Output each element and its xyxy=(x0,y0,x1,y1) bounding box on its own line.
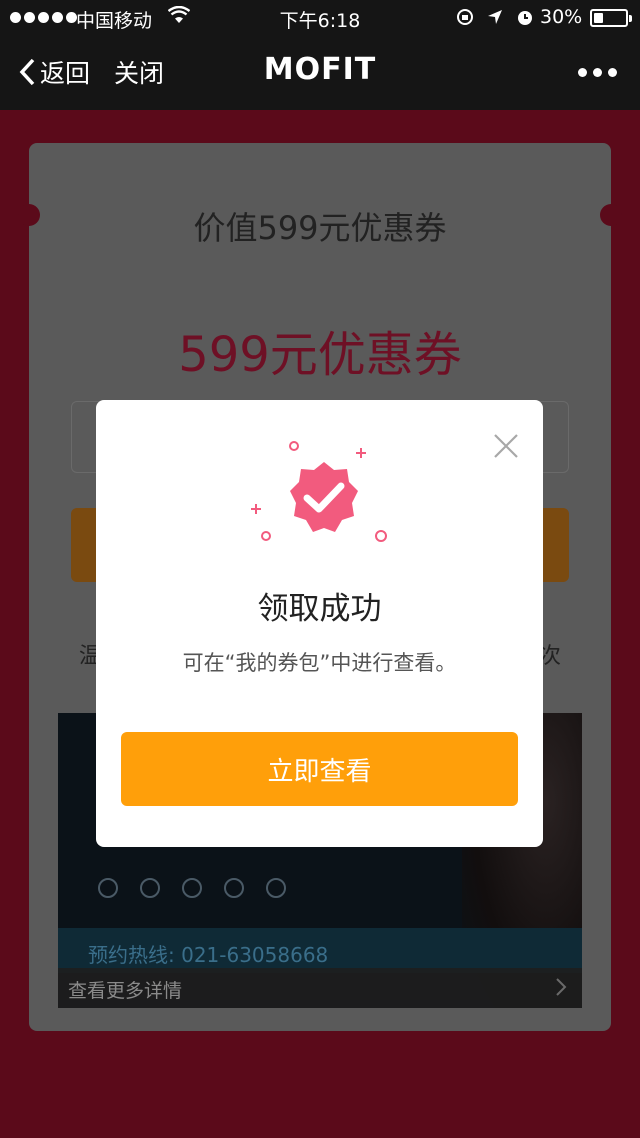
status-bar: 中国移动 下午6:18 30% xyxy=(0,0,640,36)
coupon-value-label: 价值599元优惠券 xyxy=(193,209,447,247)
location-icon xyxy=(488,10,502,24)
success-dialog: 领取成功 可在“我的券包”中进行查看。 立即查看 xyxy=(96,400,543,847)
rotation-lock-icon xyxy=(457,9,473,25)
top-bar: 中国移动 下午6:18 30% 返回 关闭 MOFIT xyxy=(0,0,640,110)
battery-icon xyxy=(590,9,632,27)
page-title: MOFIT xyxy=(263,52,377,87)
view-now-button[interactable]: 立即查看 xyxy=(121,732,518,806)
more-options-button[interactable] xyxy=(578,68,617,77)
chevron-right-icon xyxy=(556,978,567,996)
success-badge-icon xyxy=(251,441,387,542)
dialog-title: 领取成功 xyxy=(257,591,382,627)
navigation-bar: 返回 关闭 MOFIT xyxy=(0,40,640,104)
banner-feature-icons xyxy=(98,878,286,898)
hotline-text: 预约热线: 021-63058668 xyxy=(88,943,329,967)
more-details-label: 查看更多详情 xyxy=(68,980,183,1002)
battery-percent: 30% xyxy=(540,6,583,28)
coupon-name: 599元优惠券 xyxy=(178,327,462,383)
close-icon[interactable] xyxy=(492,432,520,460)
more-details-bar[interactable]: 查看更多详情 xyxy=(58,968,582,1008)
dialog-message: 可在“我的券包”中进行查看。 xyxy=(182,651,457,675)
alarm-icon xyxy=(518,11,532,25)
